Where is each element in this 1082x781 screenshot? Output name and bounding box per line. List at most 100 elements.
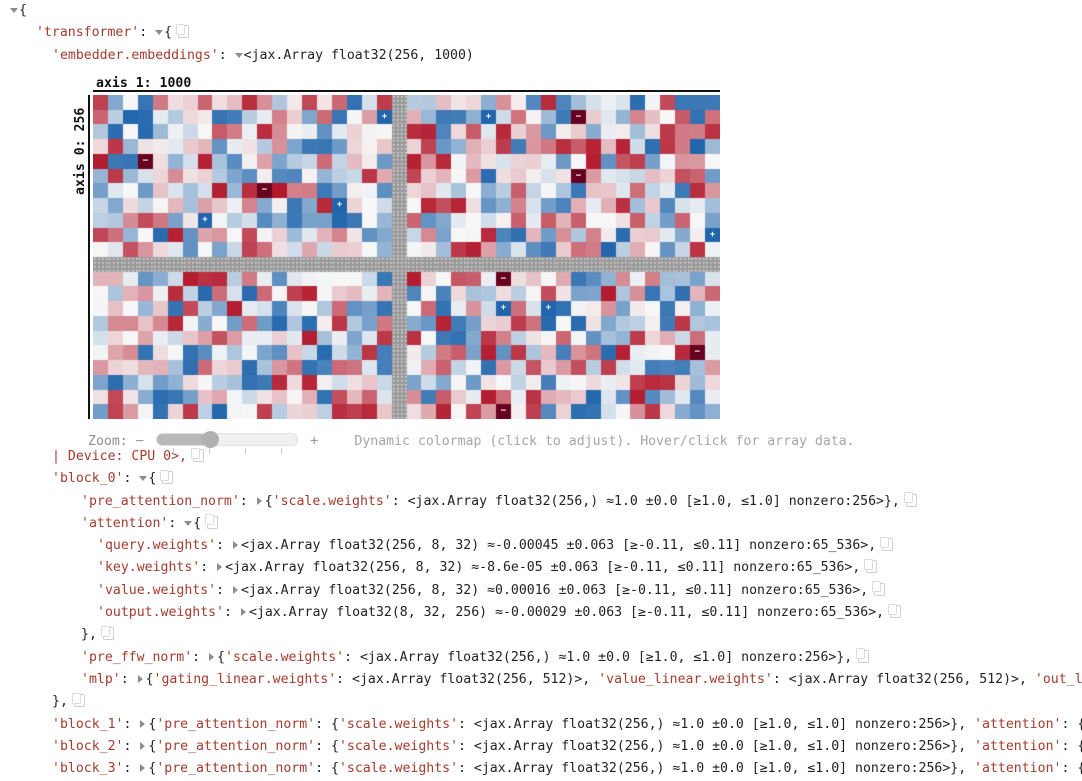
tree-text: : { [315,761,339,777]
tree-key: 'pre_attention_norm' [81,493,240,509]
chevron-right-icon[interactable] [232,585,241,595]
tree-key: 'scale.weights' [225,649,345,665]
tree-line: 'pre_ffw_norm': {'scale.weights': <jax.A… [0,647,1082,669]
tree-text: : { [315,738,339,754]
tree-text: : <jax.Array float32(256,) ≈1.0 ±0.0 [≥1… [391,493,900,509]
zoom-control-row: Zoom: − + Dynamic colormap (click to adj… [88,430,855,454]
heatmap-canvas[interactable] [93,95,720,419]
chevron-right-icon[interactable] [208,652,217,662]
tree-text: : <jax.Array float32(256, 512)>, [336,671,599,687]
copy-icon[interactable] [160,469,174,485]
tree-text: : { [315,716,339,732]
tree-key: 'block_3' [52,761,124,777]
tree-key: 'scale.weights' [338,716,459,732]
tree-key: 'scale.weights' [338,738,459,754]
tree-line: 'key.weights': <jax.Array float32(256, 8… [0,557,1082,579]
chevron-down-icon[interactable] [10,6,19,15]
tree-key: 'value.weights' [97,582,217,598]
tree-text: : <jax.Array float32(256, 512)>, [772,671,1035,687]
chevron-down-icon[interactable] [155,28,164,37]
tree-key: 'pre_attention_norm' [156,738,316,754]
copy-icon[interactable] [100,625,114,641]
copy-icon[interactable] [71,692,85,708]
copy-icon[interactable] [888,603,902,619]
zoom-slider[interactable] [156,431,299,454]
tree-text: <jax.Array float32(256, 8, 32) ≈0.00016 … [240,582,869,598]
tree-key: 'query.weights' [97,538,217,554]
tree-key: 'attention' [81,515,169,531]
tree-key: 'scale.weights' [338,761,459,777]
axis1-rule [93,90,720,92]
copy-icon[interactable] [903,492,917,507]
tree-line: 'embedder.embeddings': <jax.Array float3… [0,45,1082,67]
zoom-out-button[interactable]: − [136,430,144,452]
tree-text: : [192,649,209,665]
copy-icon[interactable] [864,559,878,574]
tree-line: 'block_0': { [0,468,1082,490]
tree-text: : [120,671,137,687]
zoom-in-button[interactable]: + [310,430,318,452]
copy-icon[interactable] [872,581,886,596]
tree-text: }, [81,627,97,643]
tree-key: 'value_linear.weights' [598,671,773,687]
tree-text: : [123,761,140,777]
tree-key: 'output.weights' [97,605,225,621]
tree-key: 'block_1' [52,716,124,732]
colormap-hint[interactable]: Dynamic colormap (click to adjust). Hove… [354,434,854,449]
tree-text: : [216,582,232,598]
tree-line: 'block_2': {'pre_attention_norm': {'scal… [0,736,1082,758]
tree-text: <jax.Array float32(256, 8, 32) ≈-0.00045… [240,538,877,554]
tree-text: : [123,471,140,487]
tree-key: 'transformer' [36,25,140,41]
tree-text: : [123,738,140,754]
tree-key: 'mlp' [81,671,121,687]
tree-text: : [239,493,256,509]
tree-text: <jax.Array float32(8, 32, 256) ≈-0.00029… [248,605,885,621]
chevron-right-icon[interactable] [240,608,249,617]
copy-icon[interactable] [205,514,219,529]
tree-text: { [19,3,27,18]
tree-line: 'transformer': { [0,22,1082,44]
tree-line: }, [0,624,1082,646]
tree-text: : <jax.Array float32(256,) ≈1.0 ±0.0 [≥1… [458,716,975,732]
copy-icon[interactable] [880,536,894,552]
chevron-right-icon[interactable] [137,674,146,684]
tree-line: 'output.weights': <jax.Array float32(8, … [0,602,1082,624]
tree-key: 'pre_attention_norm' [156,761,316,777]
chevron-down-icon[interactable] [184,519,193,528]
tree-line: 'query.weights': <jax.Array float32(256,… [0,535,1082,557]
tree-text: : { [1061,716,1082,732]
tree-text: { [264,493,273,509]
tree-text: : <jax.Array float32(256,) ≈1.0 ±0.0 [≥1… [344,649,853,665]
copy-icon[interactable] [176,23,190,39]
tree-line: }, [0,691,1082,713]
tree-text: : <jax.Array float32(256,) ≈1.0 ±0.0 [≥1… [458,761,975,777]
chevron-right-icon[interactable] [139,719,148,729]
tree-line: 'value.weights': <jax.Array float32(256,… [0,580,1082,602]
chevron-right-icon[interactable] [256,496,265,506]
copy-icon[interactable] [856,648,870,663]
zoom-slider-fill [157,434,208,445]
zoom-slider-knob[interactable] [202,431,220,448]
tree-text: : [216,538,232,554]
tree-text: : { [1061,761,1082,777]
zoom-slider-ticks [157,448,297,454]
chevron-right-icon[interactable] [216,563,225,572]
tree-line: 'mlp': {'gating_linear.weights': <jax.Ar… [0,669,1082,691]
tree-text: : { [1061,738,1082,754]
zoom-label: Zoom: [88,434,128,449]
chevron-right-icon[interactable] [139,741,148,751]
tree-key: 'attention' [974,738,1062,754]
chevron-down-icon[interactable] [234,51,244,60]
tree-key: 'scale.weights' [272,493,392,509]
embeddings-heatmap[interactable] [93,95,720,419]
tree-text: : [123,716,140,732]
tree-line: 'pre_attention_norm': {'scale.weights': … [0,491,1082,513]
tree-key: 'key.weights' [97,560,201,576]
chevron-right-icon[interactable] [139,764,148,773]
tree-key: 'block_0' [52,471,124,487]
chevron-down-icon[interactable] [139,474,148,483]
chevron-right-icon[interactable] [232,541,241,550]
tree-text: <jax.Array float32(256, 1000) [243,47,474,63]
tree-key: 'embedder.embeddings' [52,47,219,63]
